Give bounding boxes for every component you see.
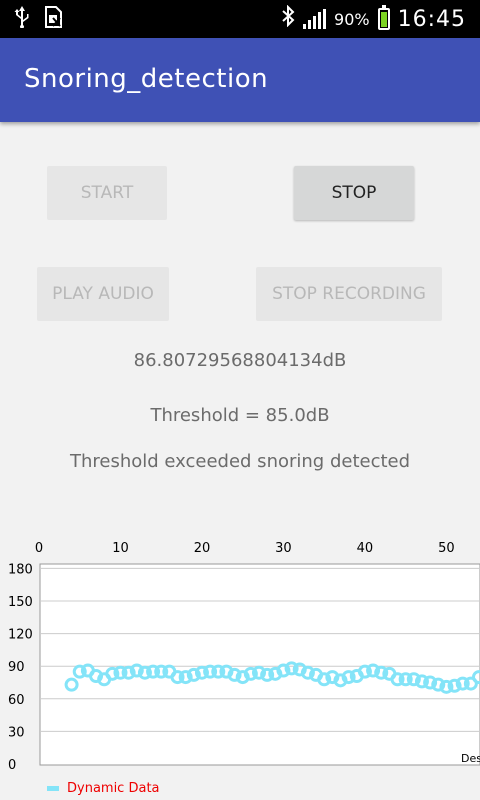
app-title: Snoring_detection: [24, 64, 269, 94]
y-tick-label: 90: [8, 660, 25, 675]
stop-button[interactable]: STOP: [294, 166, 414, 220]
battery-icon: [377, 5, 390, 30]
decibel-chart: 03060901201501800 10 20 30 40 50Des: [8, 541, 480, 773]
status-bar: 90% 16:45: [0, 0, 480, 38]
x-tick-label: 10: [112, 541, 129, 556]
y-tick-label: 180: [8, 562, 33, 577]
clock: 16:45: [397, 6, 466, 32]
stop-recording-button[interactable]: STOP RECORDING: [256, 267, 442, 321]
y-tick-label: 30: [8, 725, 25, 740]
start-button[interactable]: START: [47, 166, 167, 220]
y-tick-label: 150: [8, 595, 33, 610]
bluetooth-icon: [281, 4, 295, 33]
x-tick-label: 0: [35, 541, 43, 556]
play-audio-button[interactable]: PLAY AUDIO: [37, 267, 169, 321]
legend-swatch: [47, 786, 59, 791]
y-tick-label: 120: [8, 628, 33, 643]
y-tick-label: 0: [8, 758, 16, 773]
app-bar: Snoring_detection: [0, 38, 480, 122]
usb-icon: [14, 6, 30, 34]
battery-percent: 90%: [334, 9, 370, 29]
x-tick-label: 50: [438, 541, 455, 556]
threshold-label: Threshold = 85.0dB: [150, 405, 330, 426]
plot-area: [39, 563, 480, 766]
x-tick-label: 20: [194, 541, 211, 556]
decibel-readout: 86.80729568804134dB: [133, 350, 347, 371]
sim-icon: [44, 6, 62, 34]
signal-icon: [303, 9, 327, 29]
x-tick-label: 30: [275, 541, 292, 556]
axis-description-label: Des: [461, 752, 480, 765]
detection-status: Threshold exceeded snoring detected: [69, 451, 411, 472]
chart-legend: Dynamic Data: [47, 781, 160, 796]
y-tick-label: 60: [8, 693, 25, 708]
legend-label: Dynamic Data: [67, 781, 160, 796]
x-tick-label: 40: [357, 541, 374, 556]
